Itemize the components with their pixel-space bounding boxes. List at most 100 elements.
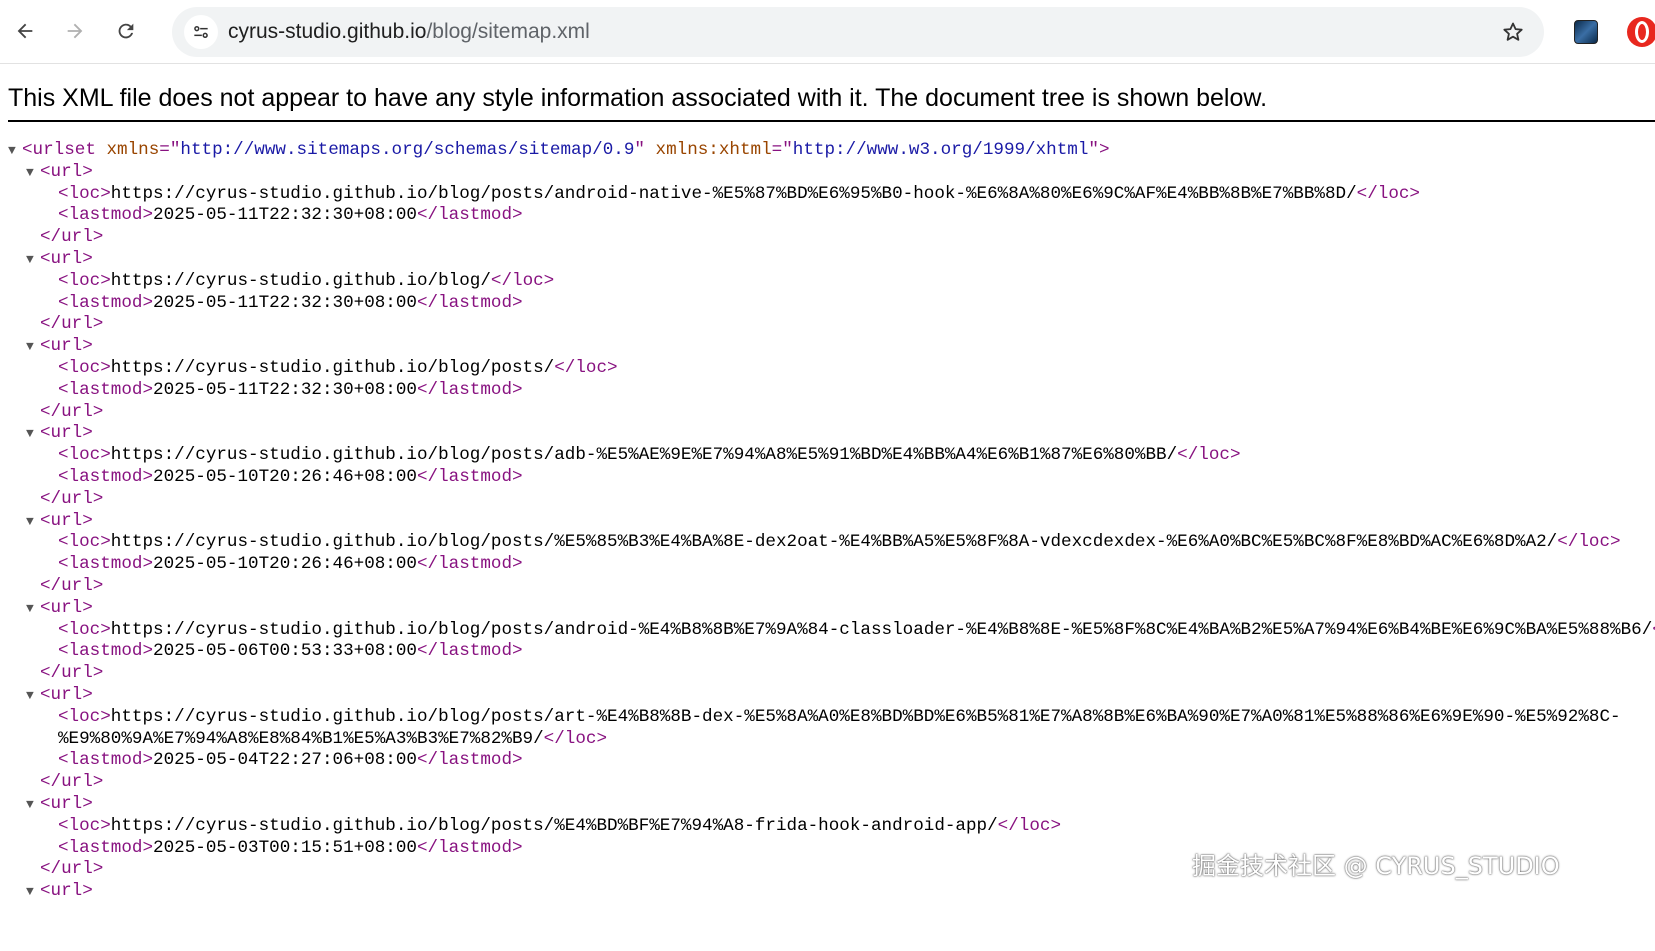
address-bar[interactable]: cyrus-studio.github.io/blog/sitemap.xml: [172, 7, 1544, 57]
loc-open-tag: <loc>: [58, 619, 111, 640]
extension-icon[interactable]: [1574, 20, 1598, 44]
url-open-line: ▼ <url>: [0, 249, 1655, 271]
loc-value: https://cyrus-studio.github.io/blog/post…: [110, 619, 1653, 640]
url-open-tag: <url>: [40, 684, 93, 705]
collapse-arrow-icon[interactable]: ▼: [26, 794, 34, 816]
lastmod-close-tag: </lastmod>: [416, 641, 523, 662]
loc-open-tag: <loc>: [58, 532, 111, 553]
lastmod-line: <lastmod>2025-05-04T22:27:06+08:00</last…: [0, 750, 1655, 772]
url-close-line: </url>: [0, 489, 1655, 511]
lastmod-open-tag: <lastmod>: [58, 292, 154, 313]
url-close-line: </url>: [0, 576, 1655, 598]
lastmod-line: <lastmod>2025-05-10T20:26:46+08:00</last…: [0, 554, 1655, 576]
forward-button[interactable]: [57, 13, 93, 49]
arrow-left-icon: [17, 23, 33, 39]
attr-quote: ": [1088, 140, 1099, 160]
lastmod-value: 2025-05-11T22:32:30+08:00: [153, 205, 417, 226]
loc-open-tag: <loc>: [58, 815, 111, 836]
lastmod-value: 2025-05-04T22:27:06+08:00: [153, 750, 417, 771]
opera-extension-icon[interactable]: [1627, 17, 1655, 47]
url-close-tag: </url>: [40, 314, 104, 335]
lastmod-value: 2025-05-06T00:53:33+08:00: [153, 641, 417, 662]
loc-open-tag: <loc>: [58, 706, 111, 727]
loc-value: https://cyrus-studio.github.io/blog/post…: [110, 532, 1558, 553]
url-open-tag: <url>: [40, 881, 93, 902]
loc-open-tag: <loc>: [58, 183, 111, 204]
url-close-tag: </url>: [40, 401, 104, 422]
loc-value: https://cyrus-studio.github.io/blog/post…: [110, 706, 1621, 727]
url-open-tag: <url>: [40, 161, 93, 182]
lastmod-close-tag: </lastmod>: [416, 292, 523, 313]
url-close-line: </url>: [0, 772, 1655, 794]
lastmod-open-tag: <lastmod>: [58, 641, 154, 662]
loc-value: %E9%80%9A%E7%94%A8%E8%84%B1%E5%A3%B3%E7%…: [58, 728, 544, 749]
collapse-arrow-icon[interactable]: ▼: [26, 685, 34, 707]
url-open-tag: <url>: [40, 510, 93, 531]
attr-quote: =": [771, 140, 793, 160]
collapse-arrow-icon[interactable]: ▼: [26, 162, 34, 184]
loc-open-tag: <loc>: [58, 270, 111, 291]
collapse-arrow-icon[interactable]: ▼: [26, 249, 34, 271]
tune-icon: [194, 25, 208, 38]
lastmod-close-tag: </lastmod>: [416, 837, 523, 858]
lastmod-line: <lastmod>2025-05-10T20:26:46+08:00</last…: [0, 467, 1655, 489]
url-close-tag: </url>: [40, 575, 104, 596]
lastmod-line: <lastmod>2025-05-11T22:32:30+08:00</last…: [0, 293, 1655, 315]
collapse-arrow-icon[interactable]: ▼: [26, 336, 34, 358]
lastmod-line: <lastmod>2025-05-11T22:32:30+08:00</last…: [0, 205, 1655, 227]
url-close-line: </url>: [0, 227, 1655, 249]
watermark: 掘金技术社区 @ CYRUS_STUDIO: [1192, 852, 1560, 880]
collapse-arrow-icon[interactable]: ▼: [8, 140, 16, 162]
url-open-line: ▼ <url>: [0, 881, 1655, 903]
lastmod-open-tag: <lastmod>: [58, 379, 154, 400]
url-close-tag: </url>: [40, 663, 104, 684]
lastmod-open-tag: <lastmod>: [58, 466, 154, 487]
lastmod-line: <lastmod>2025-05-06T00:53:33+08:00</last…: [0, 641, 1655, 663]
lastmod-open-tag: <lastmod>: [58, 837, 154, 858]
lastmod-close-tag: </lastmod>: [416, 466, 523, 487]
lastmod-open-tag: <lastmod>: [58, 205, 154, 226]
url-close-line: </url>: [0, 314, 1655, 336]
url-path: /blog/sitemap.xml: [426, 20, 590, 43]
collapse-arrow-icon[interactable]: ▼: [26, 598, 34, 620]
url-open-tag: <url>: [40, 597, 93, 618]
url-close-tag: </url>: [40, 488, 104, 509]
attr-value: http://www.w3.org/1999/xhtml: [792, 140, 1089, 160]
attr-quote: ": [634, 140, 645, 160]
lastmod-value: 2025-05-10T20:26:46+08:00: [153, 554, 417, 575]
loc-value: https://cyrus-studio.github.io/blog/post…: [110, 815, 998, 836]
tag-bracket: >: [1098, 140, 1110, 160]
loc-value: https://cyrus-studio.github.io/blog/post…: [110, 357, 555, 378]
url-close-tag: </url>: [40, 859, 104, 880]
reload-button[interactable]: [108, 13, 144, 49]
collapse-arrow-icon[interactable]: ▼: [26, 881, 34, 903]
collapse-arrow-icon[interactable]: ▼: [26, 511, 34, 533]
browser-toolbar: cyrus-studio.github.io/blog/sitemap.xml: [0, 0, 1655, 64]
loc-close-tag: </loc>: [543, 728, 608, 749]
loc-line: <loc>https://cyrus-studio.github.io/blog…: [0, 620, 1655, 642]
url-open-line: ▼ <url>: [0, 794, 1655, 816]
url-text[interactable]: cyrus-studio.github.io/blog/sitemap.xml: [228, 7, 590, 57]
url-close-tag: </url>: [40, 227, 104, 248]
loc-open-tag: <loc>: [58, 445, 111, 466]
loc-line: <loc>https://cyrus-studio.github.io/blog…: [0, 184, 1655, 206]
url-open-line: ▼ <url>: [0, 162, 1655, 184]
loc-line: %E9%80%9A%E7%94%A8%E8%84%B1%E5%A3%B3%E7%…: [0, 729, 1655, 751]
site-info-button[interactable]: [184, 15, 218, 49]
collapse-arrow-icon[interactable]: ▼: [26, 423, 34, 445]
url-host: cyrus-studio.github.io: [228, 20, 427, 43]
lastmod-value: 2025-05-11T22:32:30+08:00: [153, 379, 417, 400]
attr-value: http://www.sitemaps.org/schemas/sitemap/…: [180, 140, 635, 160]
lastmod-close-tag: </lastmod>: [416, 379, 523, 400]
loc-open-tag: <loc>: [58, 357, 111, 378]
attr-quote: =": [159, 140, 181, 160]
bookmark-star-button[interactable]: [1500, 19, 1526, 45]
back-button[interactable]: [7, 13, 43, 49]
url-open-line: ▼ <url>: [0, 336, 1655, 358]
url-close-line: </url>: [0, 402, 1655, 424]
loc-close-tag: </loc>: [490, 270, 555, 291]
lastmod-value: 2025-05-03T00:15:51+08:00: [153, 837, 417, 858]
lastmod-line: <lastmod>2025-05-11T22:32:30+08:00</last…: [0, 380, 1655, 402]
url-open-tag: <url>: [40, 248, 93, 269]
arrow-right-icon: [67, 23, 83, 39]
